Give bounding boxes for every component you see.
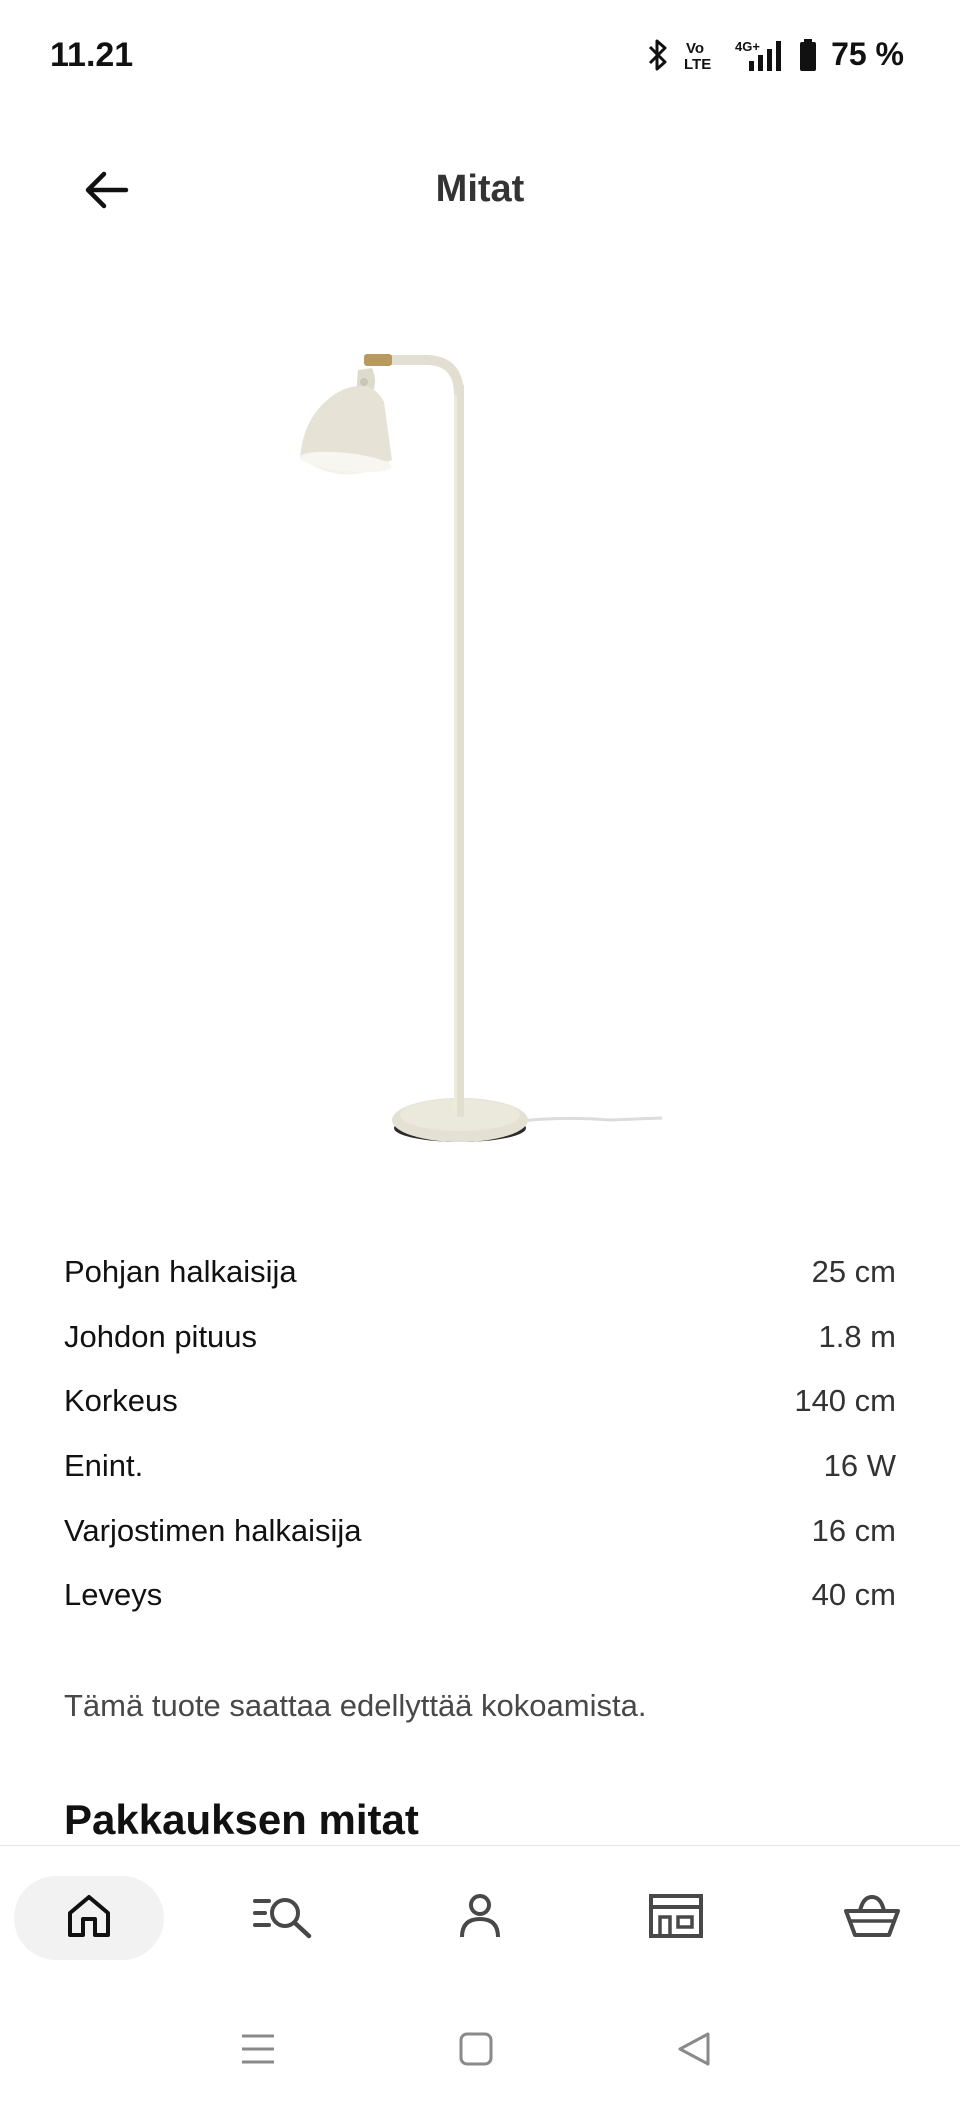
svg-text:4G+: 4G+ (735, 39, 760, 54)
battery-percentage: 75 % (831, 36, 904, 72)
assembly-note: Tämä tuote saattaa edellyttää kokoamista… (64, 1688, 647, 1723)
dimension-label: Varjostimen halkaisija (64, 1512, 362, 1548)
store-icon (648, 1893, 704, 1944)
nav-search[interactable] (208, 1876, 358, 1960)
status-icons: Vo LTE 4G+ 75 % (647, 36, 904, 73)
product-image (280, 340, 680, 1170)
bottom-navigation (0, 1846, 960, 1996)
profile-icon (456, 1893, 504, 1944)
nav-basket[interactable] (797, 1876, 947, 1960)
dimension-label: Johdon pituus (64, 1318, 258, 1354)
dimension-label: Enint. (64, 1448, 144, 1484)
svg-text:LTE: LTE (684, 56, 711, 72)
dimension-value: 25 cm (811, 1254, 896, 1290)
home-square-icon (458, 2031, 494, 2072)
dimension-row: Pohjan halkaisija 25 cm (64, 1240, 896, 1305)
dimension-label: Korkeus (64, 1383, 178, 1419)
system-back-button[interactable] (664, 2026, 724, 2076)
basket-icon (843, 1893, 901, 1944)
system-navigation (0, 1996, 960, 2111)
dimension-row: Leveys 40 cm (64, 1563, 896, 1628)
package-dimensions-heading: Pakkauksen mitat (64, 1796, 419, 1843)
signal-4g-icon: 4G+ (729, 37, 785, 73)
dimension-value: 1.8 m (818, 1318, 896, 1354)
battery-icon (799, 38, 817, 72)
system-home-button[interactable] (446, 2026, 506, 2076)
back-triangle-icon (676, 2031, 712, 2072)
nav-store[interactable] (601, 1876, 751, 1960)
dimension-row: Korkeus 140 cm (64, 1369, 896, 1434)
dimension-value: 16 W (823, 1448, 896, 1484)
nav-profile[interactable] (405, 1876, 555, 1960)
dimension-label: Leveys (64, 1577, 163, 1613)
system-menu-button[interactable] (228, 2026, 288, 2076)
dimensions-list: Pohjan halkaisija 25 cm Johdon pituus 1.… (64, 1240, 896, 1628)
dimension-row: Johdon pituus 1.8 m (64, 1305, 896, 1370)
nav-home[interactable] (14, 1876, 164, 1960)
page-title: Mitat (435, 168, 525, 210)
dimension-label: Pohjan halkaisija (64, 1254, 297, 1290)
dimension-value: 16 cm (811, 1512, 896, 1548)
status-time: 11.21 (50, 36, 134, 74)
svg-text:Vo: Vo (686, 40, 704, 57)
home-icon (65, 1893, 113, 1944)
dimension-value: 140 cm (794, 1383, 896, 1419)
dimension-row: Varjostimen halkaisija 16 cm (64, 1498, 896, 1563)
dimension-value: 40 cm (811, 1577, 896, 1613)
menu-icon (240, 2032, 276, 2071)
dimension-row: Enint. 16 W (64, 1434, 896, 1499)
floor-lamp-image (300, 354, 663, 1142)
volte-icon: Vo LTE (683, 38, 715, 72)
bluetooth-icon (647, 38, 669, 72)
search-list-icon (253, 1893, 313, 1944)
